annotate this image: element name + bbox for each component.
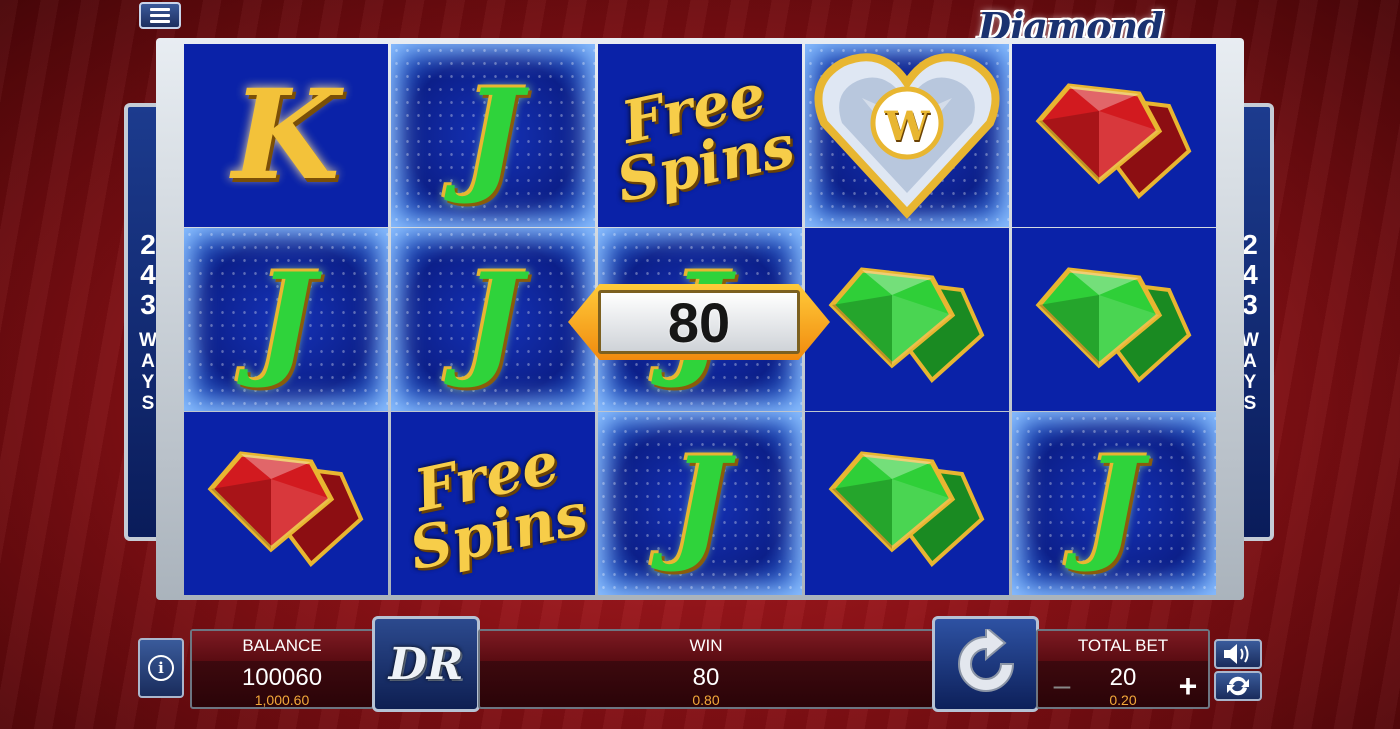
win-label: WIN xyxy=(480,631,932,661)
symbol-free-spins: Free Spins xyxy=(394,428,594,583)
reel-cell-green-gem xyxy=(805,412,1009,595)
banner-win-value: 80 xyxy=(667,290,731,354)
sound-button[interactable] xyxy=(1214,639,1262,669)
info-icon: i xyxy=(148,655,174,681)
win-money: 0.80 xyxy=(692,692,720,708)
reel-cell-J: J xyxy=(598,412,802,595)
reel-column: J xyxy=(1012,44,1216,595)
balance-panel: BALANCE 100060 1,000.60 xyxy=(190,629,374,709)
reel-cell-K: K xyxy=(184,44,388,227)
win-credits: 80 xyxy=(692,664,720,691)
symbol-j: J xyxy=(256,246,316,392)
ways-digit: 3 xyxy=(140,289,156,320)
green-gem-icon xyxy=(1029,250,1199,390)
hamburger-icon-bar xyxy=(150,20,170,23)
speaker-icon xyxy=(1224,644,1249,664)
bet-increase-button[interactable]: + xyxy=(1174,670,1202,703)
green-gem-icon xyxy=(822,434,992,574)
reel-cell-red-gem xyxy=(184,412,388,595)
ways-letter: A xyxy=(141,351,155,372)
win-panel: WIN 80 0.80 xyxy=(478,629,934,709)
ways-digit: 2 xyxy=(140,229,156,260)
info-button[interactable]: i xyxy=(138,638,184,698)
ways-letter: S xyxy=(141,393,155,414)
hamburger-icon-bar xyxy=(150,14,170,17)
balance-money: 1,000.60 xyxy=(254,692,310,708)
symbol-j: J xyxy=(463,62,523,208)
total-bet-label: TOTAL BET xyxy=(1038,631,1208,661)
symbol-j: J xyxy=(463,246,523,392)
ways-digit: 2 xyxy=(1242,229,1258,260)
wild-letter: W xyxy=(884,103,930,150)
wild-heart-icon: W xyxy=(812,44,1002,227)
bet-decrease-button[interactable]: – xyxy=(1050,671,1074,701)
symbol-free-spins: Free Spins xyxy=(601,60,801,215)
reel-column: J J Free Spins xyxy=(391,44,595,595)
reel-column: W xyxy=(805,44,1009,595)
reel-cell-J: J xyxy=(1012,412,1216,595)
reel-column: KJ xyxy=(184,44,388,595)
balance-label: BALANCE xyxy=(192,631,372,661)
reel-cell-J: J xyxy=(184,228,388,411)
red-gem-icon xyxy=(1029,66,1199,206)
green-gem-icon xyxy=(822,250,992,390)
ways-digit: 4 xyxy=(140,259,156,290)
ways-digit: 3 xyxy=(1242,289,1258,320)
symbol-j: J xyxy=(670,430,730,576)
autoplay-button[interactable] xyxy=(1214,671,1262,701)
spin-button[interactable] xyxy=(932,616,1039,712)
reel-cell-free-spins: Free Spins xyxy=(598,44,802,227)
spin-arrow-icon xyxy=(957,629,1014,692)
symbol-k: K xyxy=(232,62,340,208)
banner-plate: 80 xyxy=(598,290,800,354)
ways-letter: Y xyxy=(141,372,155,393)
balance-credits: 100060 xyxy=(241,664,323,691)
ways-letter: W xyxy=(139,330,157,351)
reel-cell-green-gem xyxy=(805,228,1009,411)
dr-logo: DR xyxy=(372,616,480,712)
reel-cell-green-gem xyxy=(1012,228,1216,411)
symbol-j: J xyxy=(1084,430,1144,576)
ways-digit: 4 xyxy=(1242,259,1258,290)
autoplay-icon xyxy=(1227,676,1249,696)
win-amount-banner: 80 xyxy=(568,284,830,360)
reel-cell-J: J xyxy=(391,228,595,411)
reel-cell-wild: W xyxy=(805,44,1009,227)
reel-cell-red-gem xyxy=(1012,44,1216,227)
reel-cell-J: J xyxy=(391,44,595,227)
hamburger-icon-bar xyxy=(150,8,170,11)
red-gem-icon xyxy=(201,434,371,574)
reel-cell-free-spins: Free Spins xyxy=(391,412,595,595)
menu-button[interactable] xyxy=(139,2,181,29)
